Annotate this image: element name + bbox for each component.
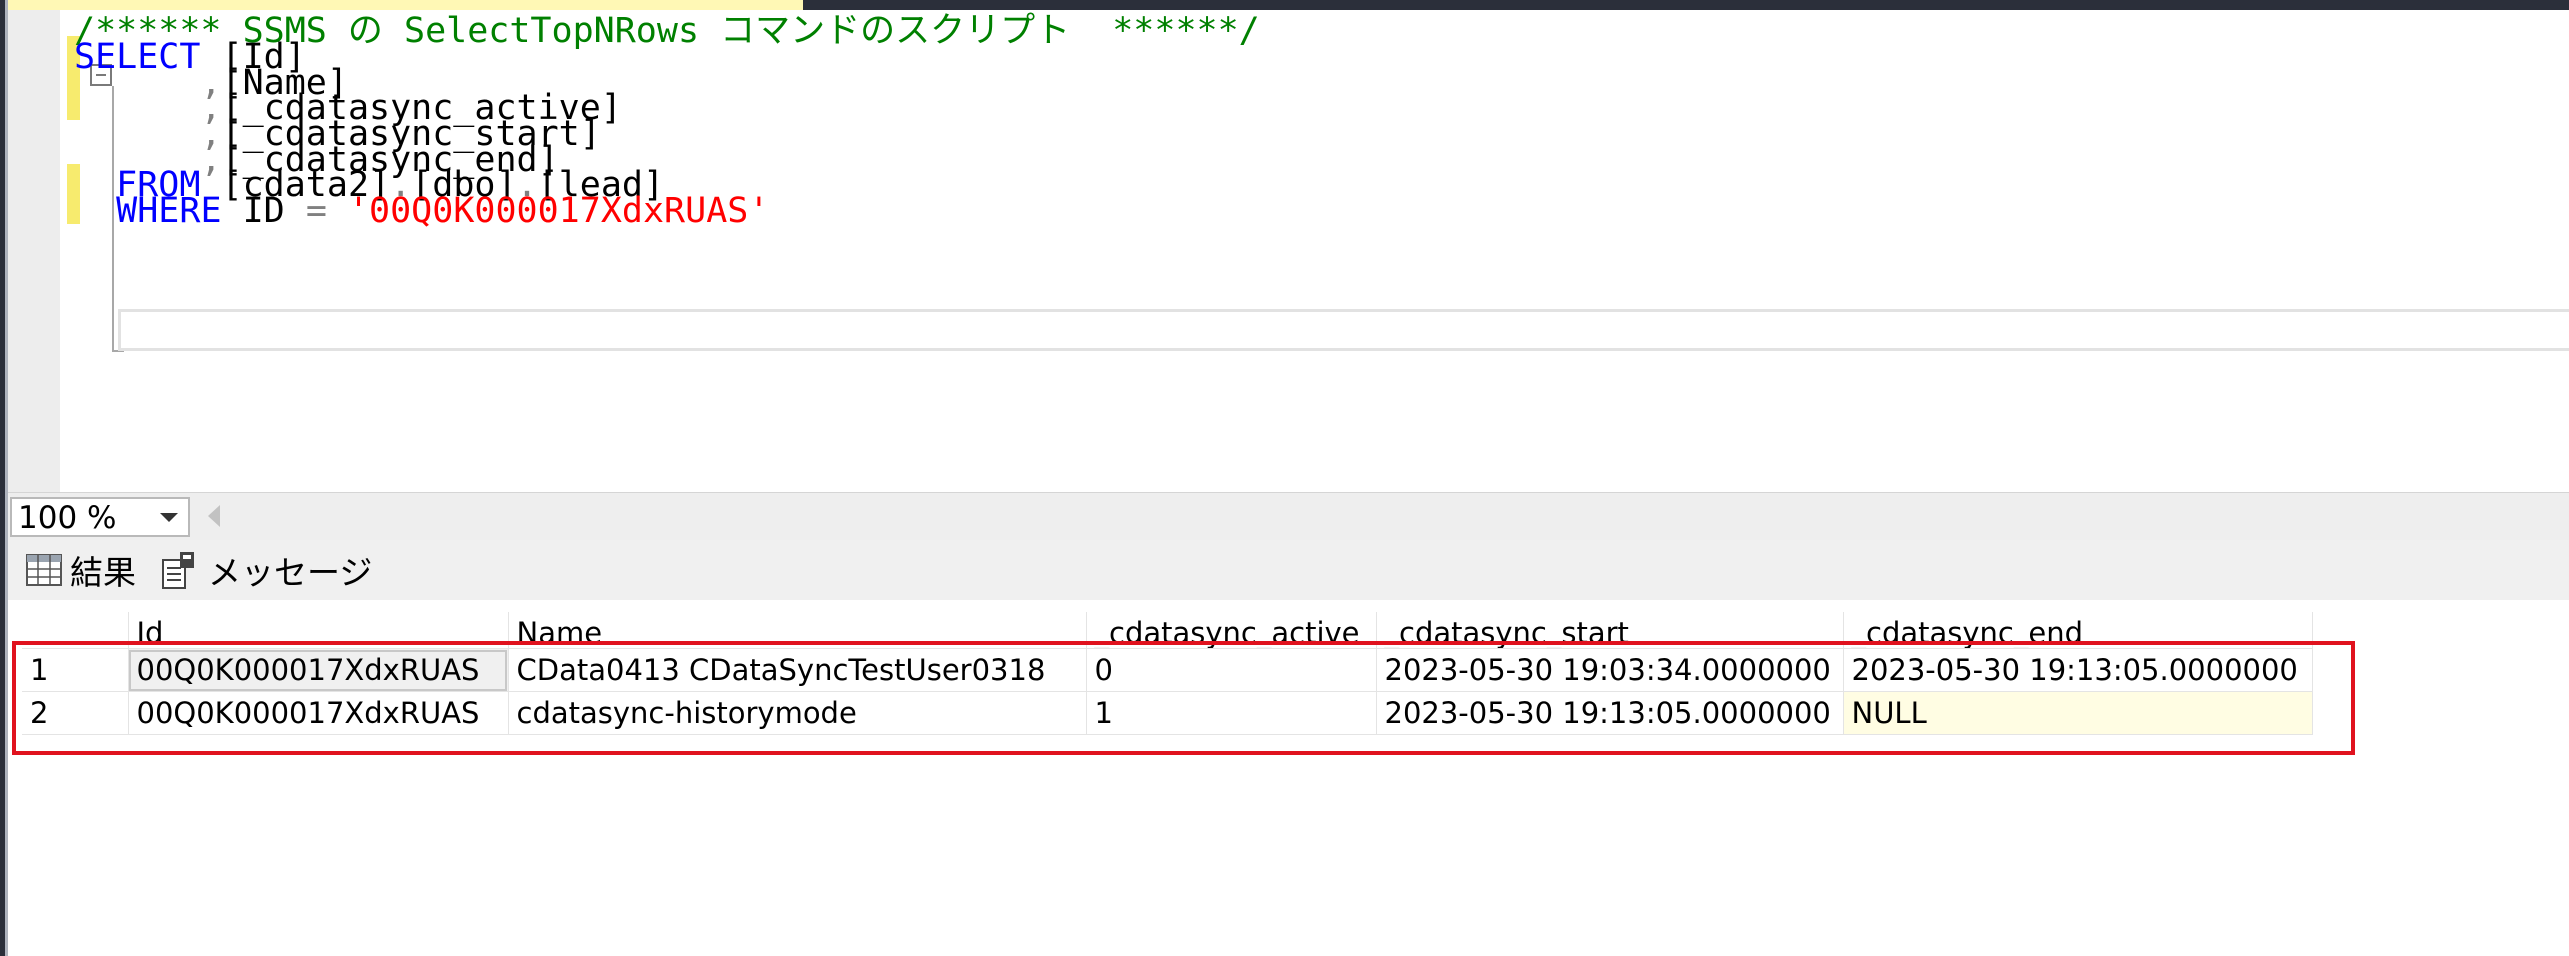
zoom-value: 100 %	[18, 500, 117, 536]
cell-cdatasync-start[interactable]: 2023-05-30 19:03:34.0000000	[1376, 648, 1844, 692]
zoom-bar: 100 %	[8, 492, 2569, 541]
query-editor[interactable]: /****** SSMS の SelectTopNRows コマンドのスクリプト…	[8, 10, 2569, 492]
code-line[interactable]: WHERE ID = '00Q0K000017XdxRUAS'	[74, 190, 769, 232]
active-document-tab[interactable]	[8, 0, 803, 10]
zoom-dropdown[interactable]: 100 %	[10, 497, 190, 537]
cell-cdatasync-active[interactable]: 0	[1086, 648, 1377, 692]
cell-cdatasync-end[interactable]: 2023-05-30 19:13:05.0000000	[1843, 648, 2313, 692]
table-row[interactable]: 2 00Q0K000017XdxRUAS cdatasync-historymo…	[22, 691, 2313, 735]
row-number[interactable]: 2	[22, 691, 129, 735]
column-header-name[interactable]: Name	[508, 612, 1087, 649]
code-token: ID	[221, 191, 306, 231]
cell-id[interactable]: 00Q0K000017XdxRUAS	[128, 648, 509, 692]
code-token: =	[305, 191, 327, 231]
column-header-cdatasync-start[interactable]: _cdatasync_start	[1376, 612, 1844, 649]
window-left-edge	[0, 0, 8, 956]
column-header-cdatasync-active[interactable]: _cdatasync_active	[1086, 612, 1377, 649]
cell-cdatasync-end[interactable]: NULL	[1843, 691, 2313, 735]
chevron-down-icon[interactable]	[160, 513, 178, 522]
editor-gutter	[8, 10, 60, 492]
tab-results-label: 結果	[70, 553, 136, 592]
code-token: WHERE	[116, 191, 222, 231]
cell-id[interactable]: 00Q0K000017XdxRUAS	[128, 691, 509, 735]
column-header-rownum[interactable]	[22, 612, 129, 649]
cell-name[interactable]: CData0413 CDataSyncTestUser0318	[508, 648, 1087, 692]
column-header-cdatasync-end[interactable]: _cdatasync_end	[1843, 612, 2313, 649]
messages-icon	[162, 552, 194, 589]
results-grid[interactable]: Id Name _cdatasync_active _cdatasync_sta…	[22, 612, 2313, 735]
cell-cdatasync-active[interactable]: 1	[1086, 691, 1377, 735]
column-header-id[interactable]: Id	[128, 612, 509, 649]
results-grid-area[interactable]: Id Name _cdatasync_active _cdatasync_sta…	[8, 600, 2569, 956]
table-row[interactable]: 1 00Q0K000017XdxRUAS CData0413 CDataSync…	[22, 648, 2313, 692]
tab-messages[interactable]: メッセージ	[160, 546, 372, 594]
current-line-highlight	[118, 309, 2569, 351]
grid-icon	[26, 554, 62, 586]
grid-header-row: Id Name _cdatasync_active _cdatasync_sta…	[22, 612, 2313, 649]
tab-results[interactable]: 結果	[26, 546, 136, 594]
code-token: '00Q0K000017XdxRUAS'	[347, 191, 770, 231]
cell-name[interactable]: cdatasync-historymode	[508, 691, 1087, 735]
scroll-left-arrow-icon[interactable]	[208, 505, 220, 527]
row-number[interactable]: 1	[22, 648, 129, 692]
results-tab-strip: 結果 メッセージ	[8, 540, 2569, 600]
tab-messages-label: メッセージ	[208, 553, 373, 592]
cell-cdatasync-start[interactable]: 2023-05-30 19:13:05.0000000	[1376, 691, 1844, 735]
